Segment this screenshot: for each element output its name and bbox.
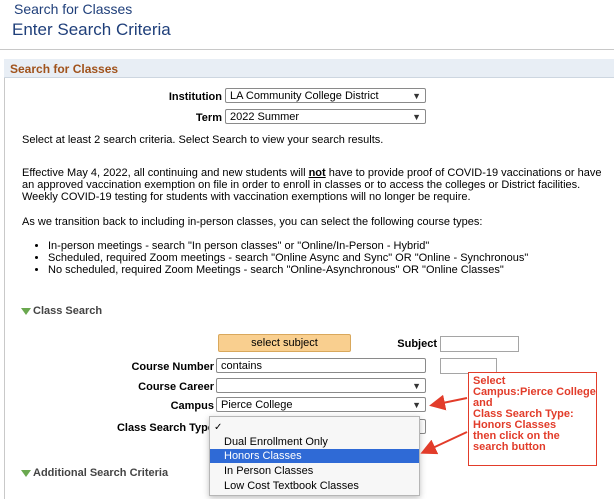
- annotation-line: search button: [473, 441, 546, 453]
- arrow-to-campus: [429, 394, 468, 411]
- arrow-to-honors: [420, 431, 468, 455]
- annotation-callout: Select Campus:Pierce College and Class S…: [468, 372, 597, 466]
